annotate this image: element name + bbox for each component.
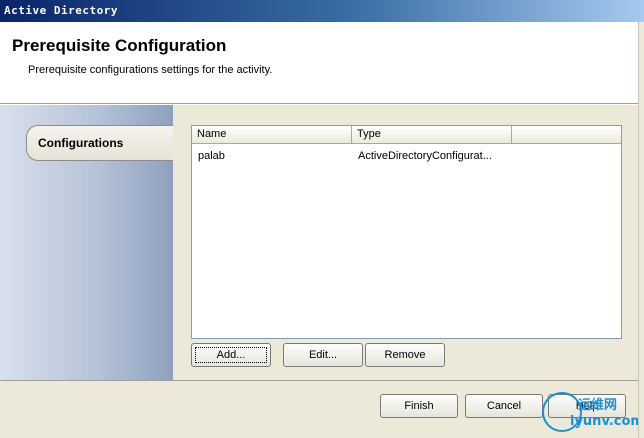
main-panel: Name Type palab ActiveDirectoryConfigura… <box>173 105 644 380</box>
list-header: Name Type <box>192 126 621 144</box>
page-title: Prerequisite Configuration <box>12 36 227 55</box>
window-title: Active Directory <box>4 4 118 17</box>
row-type-cell: ActiveDirectoryConfigurat... <box>358 150 492 162</box>
window-right-edge <box>638 22 644 438</box>
watermark: 运维网 iyunv.com <box>540 390 644 436</box>
page-subtitle: Prerequisite configurations settings for… <box>28 64 273 76</box>
watermark-line2: iyunv.com <box>570 414 644 429</box>
sidebar-item-label: Configurations <box>38 136 124 150</box>
column-header-name[interactable]: Name <box>192 126 352 144</box>
add-button[interactable]: Add... <box>191 343 271 367</box>
sidebar-item-configurations[interactable]: Configurations <box>26 125 173 161</box>
watermark-line1: 运维网 <box>578 398 618 413</box>
row-name-cell: palab <box>198 150 225 162</box>
wizard-header: Prerequisite Configuration Prerequisite … <box>0 22 644 104</box>
sidebar: Configurations <box>0 105 173 380</box>
configurations-list[interactable]: Name Type palab ActiveDirectoryConfigura… <box>191 125 622 339</box>
finish-button[interactable]: Finish <box>380 394 458 418</box>
edit-button[interactable]: Edit... <box>283 343 363 367</box>
table-row[interactable]: palab ActiveDirectoryConfigurat... <box>192 148 621 164</box>
column-header-filler <box>512 126 621 144</box>
window-titlebar: Active Directory <box>0 0 644 22</box>
remove-button[interactable]: Remove <box>365 343 445 367</box>
cancel-button[interactable]: Cancel <box>465 394 543 418</box>
footer-divider <box>0 380 644 381</box>
column-header-type[interactable]: Type <box>352 126 512 144</box>
